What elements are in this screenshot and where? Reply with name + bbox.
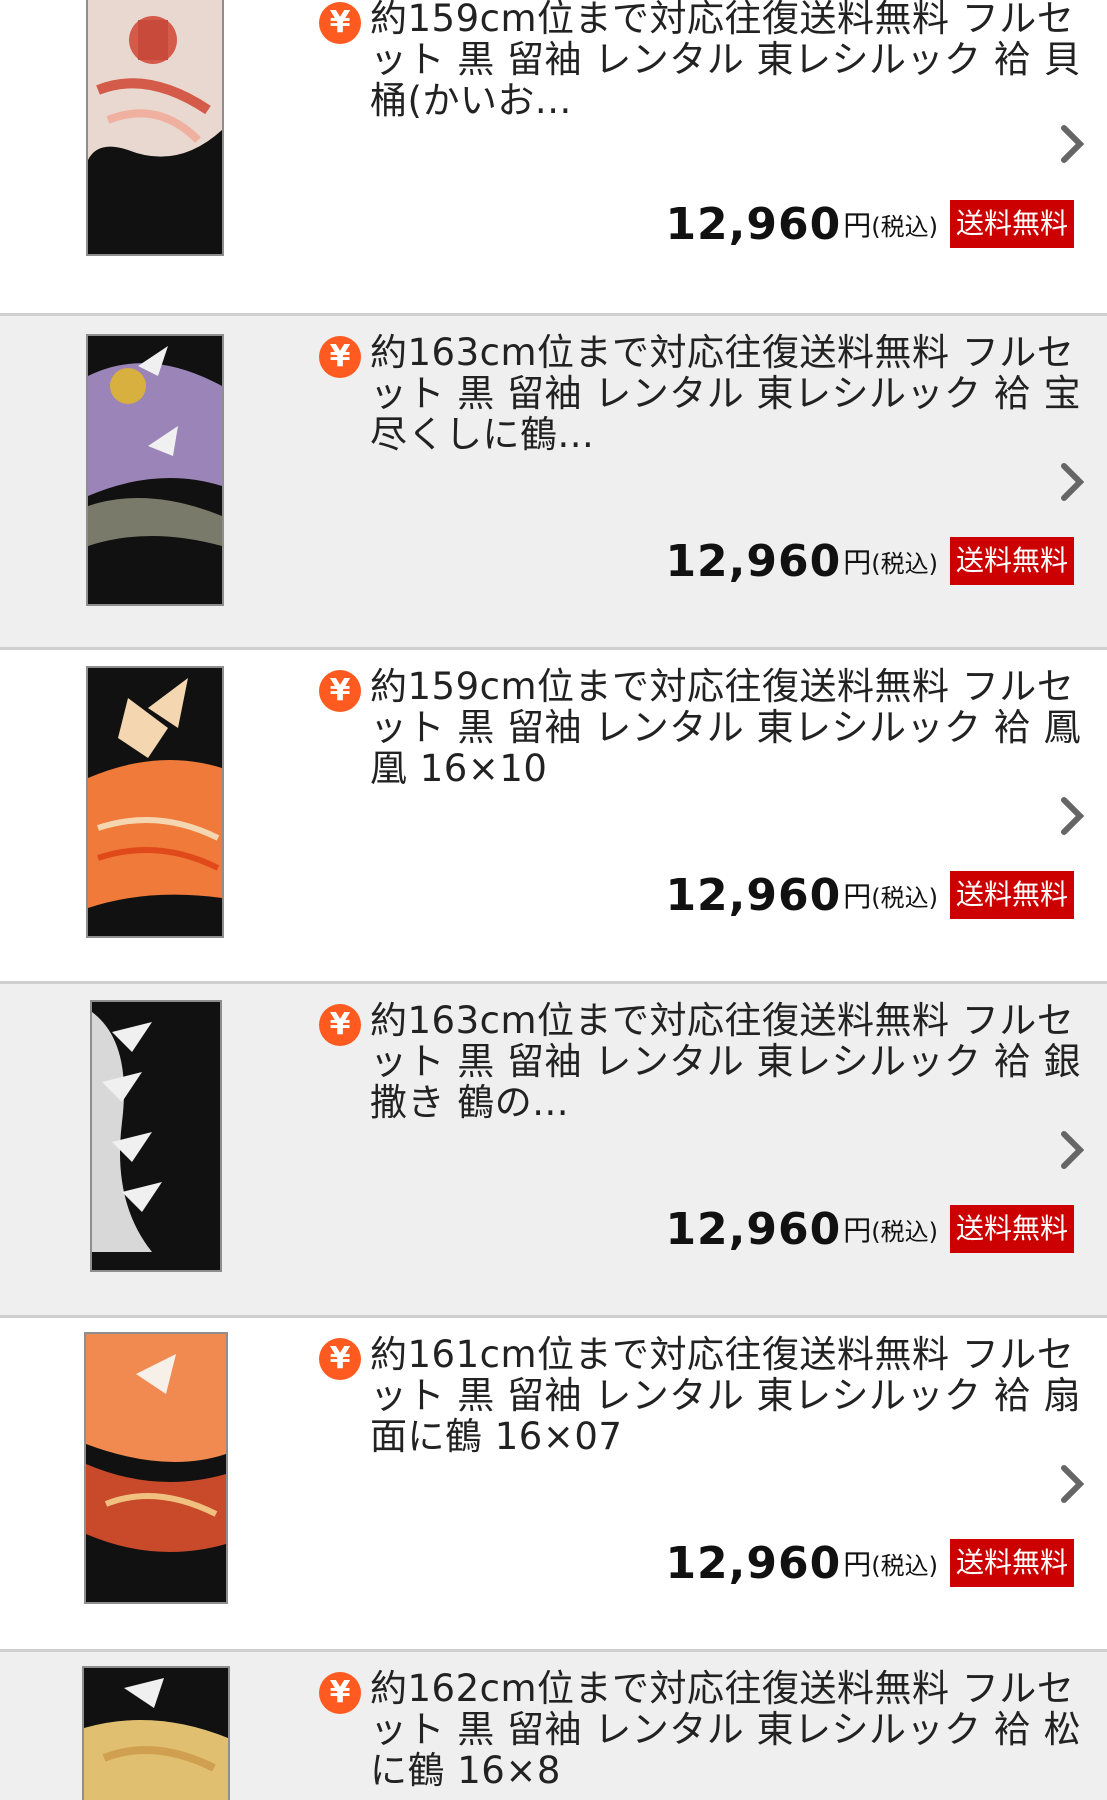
- product-thumbnail[interactable]: [86, 666, 224, 938]
- tax-label: (税込): [871, 549, 938, 578]
- price-unit: 円: [843, 1548, 872, 1581]
- product-item[interactable]: ¥ 約161cm位まで対応往復送料無料 フルセット 黒 留袖 レンタル 東レシル…: [0, 1318, 1107, 1651]
- kimono-image: [86, 1334, 226, 1602]
- price-value: 12,960: [665, 535, 842, 587]
- price-unit: 円: [843, 546, 872, 579]
- product-item[interactable]: ¥ 約159cm位まで対応往復送料無料 フルセット 黒 留袖 レンタル 東レシル…: [0, 0, 1107, 313]
- tax-label: (税込): [871, 883, 938, 912]
- price-unit: 円: [843, 1214, 872, 1247]
- product-thumbnail[interactable]: [82, 1666, 230, 1800]
- product-item[interactable]: ¥ 約163cm位まで対応往復送料無料 フルセット 黒 留袖 レンタル 東レシル…: [0, 984, 1107, 1317]
- price-value: 12,960: [665, 1537, 842, 1589]
- price-row: 12,960 円 (税込) 送料無料: [600, 1203, 1074, 1255]
- yen-icon: ¥: [319, 670, 361, 712]
- kimono-image: [92, 1002, 220, 1270]
- free-shipping-badge: 送料無料: [949, 537, 1074, 585]
- product-thumbnail[interactable]: [84, 1332, 228, 1604]
- free-shipping-badge: 送料無料: [949, 1539, 1074, 1587]
- product-thumbnail[interactable]: [86, 0, 224, 256]
- yen-icon: ¥: [319, 1672, 361, 1714]
- yen-icon: ¥: [319, 1004, 361, 1046]
- kimono-image: [88, 336, 222, 604]
- free-shipping-badge: 送料無料: [949, 871, 1074, 919]
- product-title[interactable]: 約159cm位まで対応往復送料無料 フルセット 黒 留袖 レンタル 東レシルック…: [370, 666, 1090, 789]
- chevron-right-icon[interactable]: [1060, 462, 1084, 502]
- product-item[interactable]: ¥ 約163cm位まで対応往復送料無料 フルセット 黒 留袖 レンタル 東レシル…: [0, 316, 1107, 649]
- chevron-right-icon[interactable]: [1060, 1130, 1084, 1170]
- product-item[interactable]: ¥ 約159cm位まで対応往復送料無料 フルセット 黒 留袖 レンタル 東レシル…: [0, 650, 1107, 983]
- chevron-right-icon[interactable]: [1060, 1464, 1084, 1504]
- product-title[interactable]: 約163cm位まで対応往復送料無料 フルセット 黒 留袖 レンタル 東レシルック…: [370, 332, 1090, 455]
- kimono-image: [88, 0, 222, 254]
- price-unit: 円: [843, 209, 872, 242]
- tax-label: (税込): [871, 212, 938, 241]
- free-shipping-badge: 送料無料: [949, 200, 1074, 248]
- price-row: 12,960 円 (税込) 送料無料: [600, 869, 1074, 921]
- yen-icon: ¥: [319, 2, 361, 44]
- price-row: 12,960 円 (税込) 送料無料: [600, 1537, 1074, 1589]
- product-title[interactable]: 約163cm位まで対応往復送料無料 フルセット 黒 留袖 レンタル 東レシルック…: [370, 1000, 1090, 1123]
- kimono-image: [88, 668, 222, 936]
- free-shipping-badge: 送料無料: [949, 1205, 1074, 1253]
- product-title[interactable]: 約161cm位まで対応往復送料無料 フルセット 黒 留袖 レンタル 東レシルック…: [370, 1334, 1090, 1457]
- product-list: ¥ 約159cm位まで対応往復送料無料 フルセット 黒 留袖 レンタル 東レシル…: [0, 0, 1107, 1800]
- product-thumbnail[interactable]: [90, 1000, 222, 1272]
- price-unit: 円: [843, 880, 872, 913]
- yen-icon: ¥: [319, 336, 361, 378]
- yen-icon: ¥: [319, 1338, 361, 1380]
- price-row: 12,960 円 (税込) 送料無料: [600, 198, 1074, 250]
- product-item[interactable]: ¥ 約162cm位まで対応往復送料無料 フルセット 黒 留袖 レンタル 東レシル…: [0, 1652, 1107, 1800]
- tax-label: (税込): [871, 1551, 938, 1580]
- product-title[interactable]: 約159cm位まで対応往復送料無料 フルセット 黒 留袖 レンタル 東レシルック…: [370, 0, 1090, 121]
- price-value: 12,960: [665, 198, 842, 250]
- kimono-image: [84, 1668, 228, 1800]
- chevron-right-icon[interactable]: [1060, 796, 1084, 836]
- tax-label: (税込): [871, 1217, 938, 1246]
- price-row: 12,960 円 (税込) 送料無料: [600, 535, 1074, 587]
- price-value: 12,960: [665, 869, 842, 921]
- product-thumbnail[interactable]: [86, 334, 224, 606]
- product-title[interactable]: 約162cm位まで対応往復送料無料 フルセット 黒 留袖 レンタル 東レシルック…: [370, 1668, 1090, 1791]
- chevron-right-icon[interactable]: [1060, 124, 1084, 164]
- price-value: 12,960: [665, 1203, 842, 1255]
